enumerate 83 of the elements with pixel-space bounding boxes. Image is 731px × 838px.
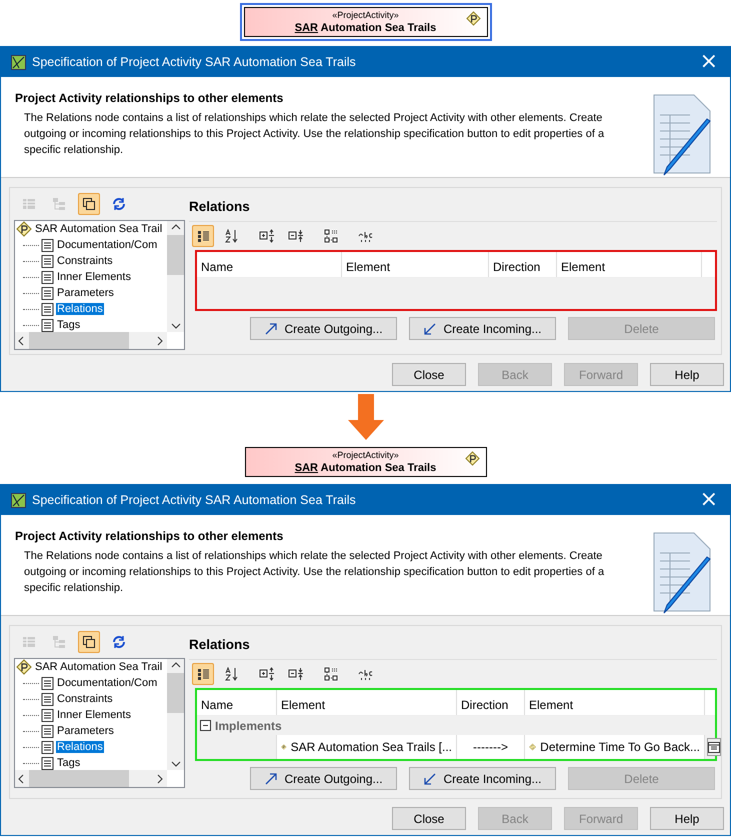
- app-icon: [11, 492, 26, 508]
- incoming-arrow-icon: [423, 322, 438, 336]
- tree-item[interactable]: Documentation/Com: [56, 239, 158, 251]
- tree-item[interactable]: SAR Automation Sea Trail: [34, 661, 164, 673]
- horizontal-scrollbar[interactable]: [15, 770, 167, 787]
- tree-item[interactable]: Tags: [56, 757, 82, 769]
- tree-item[interactable]: Documentation/Com: [56, 677, 158, 689]
- outgoing-arrow-icon: [264, 772, 278, 786]
- document-icon: [41, 318, 54, 332]
- column-header[interactable]: Element: [557, 252, 702, 277]
- document-icon: [41, 238, 54, 252]
- action-button[interactable]: Create Incoming...: [409, 317, 556, 340]
- tree-item[interactable]: Relations: [56, 303, 104, 315]
- incoming-arrow-icon: [423, 772, 438, 786]
- element-name: SAR Automation Sea Trails: [294, 20, 436, 34]
- panel-title: Relations: [189, 630, 717, 660]
- document-icon: [41, 724, 54, 738]
- section-heading: Project Activity relationships to other elements: [15, 91, 284, 105]
- horizontal-scrollbar[interactable]: [15, 332, 167, 349]
- tree-item[interactable]: Constraints: [56, 255, 114, 267]
- window-title: Specification of Project Activity SAR Automation Sea Trails: [32, 493, 357, 507]
- stereotype-label: «ProjectActivity»: [332, 450, 399, 460]
- tree-item[interactable]: Tags: [56, 319, 82, 331]
- document-icon: [41, 254, 54, 268]
- dialog-button[interactable]: Close: [392, 807, 466, 830]
- table-cell: Determine Time To Go Back...: [540, 740, 700, 754]
- tree-item[interactable]: SAR Automation Sea Trail: [34, 223, 164, 235]
- tree-item[interactable]: Parameters: [56, 725, 115, 737]
- document-icon: [41, 302, 54, 316]
- column-header[interactable]: Direction: [457, 690, 525, 715]
- tree-item[interactable]: Parameters: [56, 287, 115, 299]
- project-activity-element[interactable]: «ProjectActivity» SAR Automation Sea Trails: [240, 3, 492, 41]
- dialog-button[interactable]: Close: [392, 363, 466, 386]
- document-icon: [41, 676, 54, 690]
- tree-item[interactable]: Inner Elements: [56, 709, 132, 721]
- down-arrow: [346, 394, 386, 442]
- action-button[interactable]: Create Incoming...: [409, 767, 556, 790]
- vertical-scrollbar[interactable]: [167, 221, 184, 332]
- column-header[interactable]: Element: [342, 252, 489, 277]
- categorized-view-icon[interactable]: [192, 225, 214, 247]
- section-heading: Project Activity relationships to other elements: [15, 529, 284, 543]
- vertical-scrollbar[interactable]: [167, 659, 184, 770]
- dialog-button[interactable]: Help: [650, 363, 724, 386]
- column-header[interactable]: Element: [525, 690, 705, 715]
- stereotype-label: «ProjectActivity»: [332, 10, 399, 20]
- panel-title: Relations: [189, 192, 717, 222]
- copy-icon[interactable]: [78, 193, 100, 215]
- description-text: The Relations node contains a list of relationships which relate the selected Project Activity with other elements. Create outgoing or incoming relationships to this Project Activity. Use the relationship specification button to edit properties of a specific relationship.: [23, 111, 606, 158]
- table-cell: ------->: [473, 740, 508, 754]
- column-header[interactable]: Element: [277, 690, 457, 715]
- document-icon: [41, 286, 54, 300]
- tree-item[interactable]: Relations: [56, 741, 104, 753]
- column-header[interactable]: Name: [197, 252, 342, 277]
- close-button[interactable]: ×: [696, 490, 722, 510]
- project-activity-icon: [16, 659, 32, 675]
- document-icon: [41, 270, 54, 284]
- group-label: Implements: [215, 718, 282, 732]
- action-button[interactable]: Create Outgoing...: [250, 317, 397, 340]
- specification-button[interactable]: [707, 738, 721, 756]
- action-button[interactable]: Create Outgoing...: [250, 767, 397, 790]
- tree-item[interactable]: Inner Elements: [56, 271, 132, 283]
- collapse-icon[interactable]: [200, 720, 211, 731]
- document-icon: [41, 740, 54, 754]
- categorized-view-icon[interactable]: [192, 663, 214, 685]
- project-activity-icon: [464, 451, 480, 466]
- element-name: SAR Automation Sea Trails: [294, 460, 436, 474]
- window-title: Specification of Project Activity SAR Automation Sea Trails: [32, 55, 357, 69]
- app-icon: [11, 54, 26, 70]
- copy-icon[interactable]: [78, 631, 100, 653]
- document-icon: [41, 692, 54, 706]
- document-icon: [41, 756, 54, 770]
- project-activity-icon: [16, 221, 32, 237]
- column-header[interactable]: Name: [197, 690, 277, 715]
- close-button[interactable]: ×: [696, 52, 722, 72]
- dialog-button[interactable]: Help: [650, 807, 724, 830]
- project-activity-element[interactable]: «ProjectActivity» SAR Automation Sea Trails: [242, 445, 488, 479]
- project-activity-icon: [466, 11, 480, 26]
- table-cell: SAR Automation Sea Trails [...: [290, 740, 452, 754]
- outgoing-arrow-icon: [264, 322, 278, 336]
- document-icon: [41, 708, 54, 722]
- tree-item[interactable]: Constraints: [56, 693, 114, 705]
- column-header[interactable]: Direction: [489, 252, 557, 277]
- description-text: The Relations node contains a list of relationships which relate the selected Project Activity with other elements. Create outgoing or incoming relationships to this Project Activity. Use the relationship specification button to edit properties of a specific relationship.: [23, 549, 606, 596]
